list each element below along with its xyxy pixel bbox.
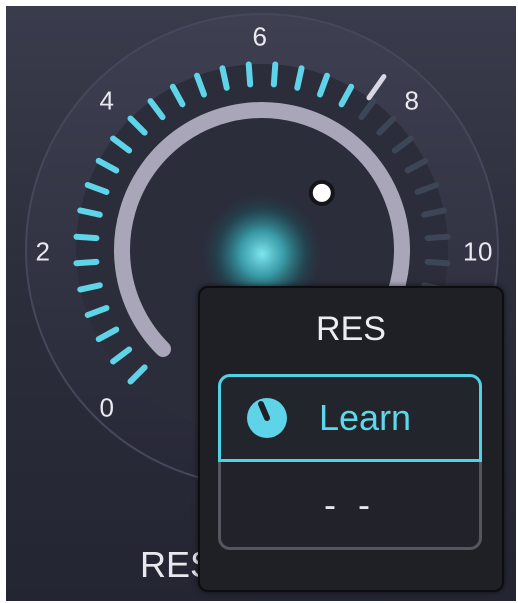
scale-label-0: 0	[99, 392, 115, 423]
scale-tick	[77, 282, 103, 293]
scale-label-4: 4	[99, 85, 115, 116]
scale-label-8: 8	[404, 85, 420, 116]
knob-icon	[245, 396, 289, 440]
scale-tick	[294, 65, 305, 91]
scale-tick	[245, 61, 254, 88]
learn-button[interactable]: Learn	[218, 374, 482, 462]
scale-tick	[424, 258, 451, 267]
assignment-label: - -	[324, 483, 376, 525]
midi-learn-popup: RES Learn - -	[198, 286, 504, 592]
scale-label-10: 10	[463, 236, 493, 267]
scale-tick	[77, 207, 103, 218]
popup-title: RES	[316, 310, 386, 348]
scale-tick	[421, 207, 447, 218]
knob-pointer-dot	[308, 179, 335, 206]
scale-tick	[424, 233, 451, 242]
scale-tick	[73, 233, 100, 242]
scale-label-6: 6	[252, 21, 268, 52]
scale-tick	[219, 65, 230, 91]
scale-tick	[270, 61, 279, 88]
learn-label: Learn	[319, 397, 412, 438]
scale-tick	[73, 258, 100, 267]
assignment-button[interactable]: - -	[218, 462, 482, 550]
scale-label-2: 2	[35, 236, 51, 267]
